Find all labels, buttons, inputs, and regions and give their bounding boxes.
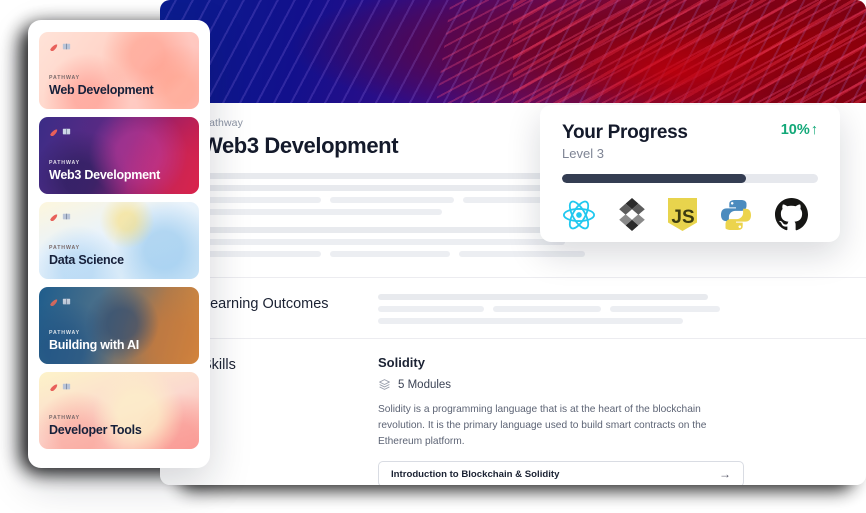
- pathway-card-building-with-ai[interactable]: PATHWAY Building with AI: [39, 287, 199, 364]
- progress-percent: 10% ↑: [781, 122, 818, 138]
- hero-glow: [513, 10, 838, 103]
- section-label-learning-outcomes: Learning Outcomes: [202, 296, 329, 312]
- module-title: Introduction to Blockchain & Solidity: [391, 468, 560, 480]
- pathway-card-icons: [49, 126, 189, 136]
- progress-level: Level 3: [562, 146, 604, 161]
- book-icon: [62, 213, 71, 219]
- pathway-card-eyebrow: PATHWAY: [49, 245, 80, 251]
- progress-title: Your Progress: [562, 122, 688, 143]
- rocket-icon: [50, 214, 58, 221]
- module-count: 5 Modules: [378, 378, 840, 391]
- learning-outcomes-skeleton: [378, 294, 866, 324]
- tech-logo-list: JS: [562, 198, 818, 231]
- rocket-icon: [50, 299, 58, 306]
- module-count-label: 5 Modules: [398, 378, 452, 391]
- rocket-icon: [50, 44, 58, 51]
- book-icon: [62, 298, 71, 304]
- svg-text:JS: JS: [671, 207, 694, 228]
- pathway-card-web3-development[interactable]: PATHWAY Web3 Development: [39, 117, 199, 194]
- progress-header: Your Progress Level 3 10% ↑: [562, 122, 818, 161]
- pathway-card-title: Web3 Development: [49, 168, 161, 182]
- pathway-card-eyebrow: PATHWAY: [49, 330, 80, 336]
- section-label-skills: Skills: [202, 357, 236, 373]
- pathway-hero-banner: [160, 0, 866, 103]
- book-icon: [62, 43, 71, 49]
- pathway-card-eyebrow: PATHWAY: [49, 75, 80, 81]
- pathway-card-data-science[interactable]: PATHWAY Data Science: [39, 202, 199, 279]
- screenshot-stage: Pathway Web3 Development Learning Outcom…: [0, 0, 866, 513]
- pathway-card-icons: [49, 296, 189, 306]
- stack-icon: [379, 379, 390, 390]
- progress-percent-value: 10%: [780, 122, 810, 138]
- pathway-card-icons: [49, 211, 189, 221]
- react-icon[interactable]: [562, 199, 596, 231]
- book-icon: [62, 128, 71, 134]
- skill-description: Solidity is a programming language that …: [378, 404, 707, 447]
- progress-card: Your Progress Level 3 10% ↑ JS: [540, 105, 840, 242]
- pathway-card-title: Data Science: [49, 253, 124, 267]
- section-learning-outcomes: Learning Outcomes: [160, 278, 866, 338]
- python-icon[interactable]: [720, 199, 752, 231]
- module-row[interactable]: Introduction to Blockchain & Solidity →: [378, 461, 744, 485]
- pathway-card-icons: [49, 381, 189, 391]
- pathway-sidebar-panel: PATHWAY Web Development PATHWAY Web3 Dev…: [28, 20, 210, 468]
- pathway-card-web-development[interactable]: PATHWAY Web Development: [39, 32, 199, 109]
- pathway-card-title: Building with AI: [49, 338, 139, 352]
- skill-title: Solidity: [378, 355, 425, 370]
- solidity-icon[interactable]: [619, 198, 645, 231]
- module-list: Introduction to Blockchain & Solidity → …: [378, 461, 840, 485]
- skill-detail: Solidity 5 Modules Solidity is a program…: [378, 355, 866, 485]
- main-app-window: Pathway Web3 Development Learning Outcom…: [160, 0, 866, 485]
- pathway-card-title: Web Development: [49, 83, 154, 97]
- progress-bar-track: [562, 174, 818, 183]
- progress-bar-fill: [562, 174, 747, 183]
- pathway-card-eyebrow: PATHWAY: [49, 160, 80, 166]
- rocket-icon: [50, 384, 58, 391]
- pathway-card-developer-tools[interactable]: PATHWAY Developer Tools: [39, 372, 199, 449]
- section-skills: Skills Solidity 5 Modules Solidity is a …: [160, 339, 866, 485]
- pathway-card-title: Developer Tools: [49, 423, 142, 437]
- trend-up-icon: ↑: [810, 122, 818, 138]
- javascript-icon[interactable]: JS: [668, 198, 697, 231]
- rocket-icon: [50, 129, 58, 136]
- github-icon[interactable]: [775, 198, 808, 231]
- book-icon: [62, 383, 71, 389]
- arrow-right-icon: →: [719, 467, 731, 482]
- pathway-card-eyebrow: PATHWAY: [49, 415, 80, 421]
- pathway-card-icons: [49, 41, 189, 51]
